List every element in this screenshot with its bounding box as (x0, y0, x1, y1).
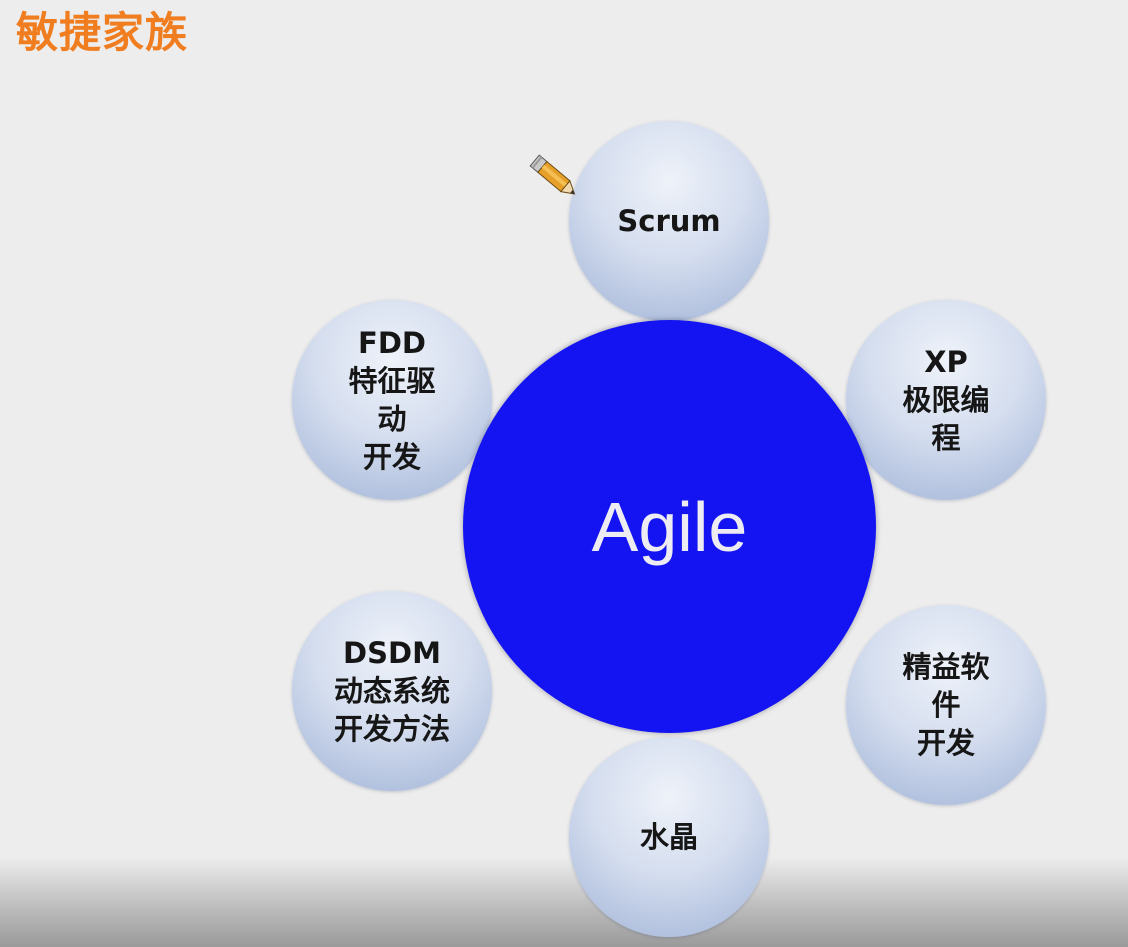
node-fdd-line-2: 特征驱 (348, 364, 436, 398)
page-title: 敏捷家族 (16, 8, 189, 57)
node-fdd: FDD 特征驱 动 开发 (292, 300, 492, 500)
node-crystal-line-1: 水晶 (639, 820, 698, 854)
node-lean: 精益软 件 开发 (846, 605, 1046, 805)
center-node-agile: Agile (463, 320, 876, 733)
node-dsdm-line-2: 动态系统 (333, 674, 450, 708)
pencil-icon (529, 154, 576, 195)
node-dsdm-line-1: DSDM (343, 636, 441, 670)
node-crystal: 水晶 (569, 737, 769, 937)
node-lean-line-1: 精益软 (902, 650, 990, 684)
node-scrum-line-1: Scrum (617, 204, 721, 238)
node-dsdm-line-3: 开发方法 (333, 712, 450, 746)
node-lean-line-3: 开发 (916, 726, 975, 760)
node-dsdm: DSDM 动态系统 开发方法 (292, 591, 492, 791)
node-xp: XP 极限编 程 (846, 300, 1046, 500)
node-xp-line-3: 程 (931, 421, 961, 455)
bottom-shade (0, 857, 1128, 947)
node-fdd-line-3: 动 (377, 402, 407, 436)
center-label: Agile (591, 487, 748, 566)
node-fdd-line-4: 开发 (362, 440, 421, 474)
node-xp-line-2: 极限编 (902, 383, 990, 417)
node-xp-line-1: XP (924, 345, 968, 379)
node-fdd-line-1: FDD (358, 326, 426, 360)
node-lean-line-2: 件 (931, 688, 961, 722)
node-scrum: Scrum (569, 121, 769, 321)
